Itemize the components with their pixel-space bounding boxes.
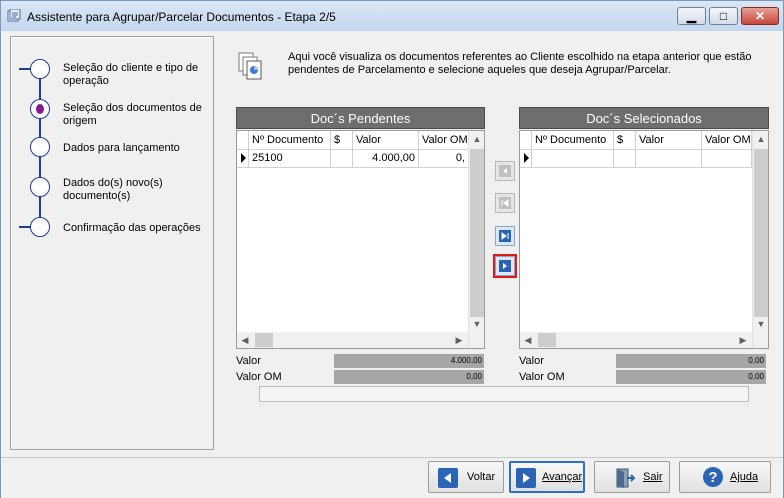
step-4-label: Dados do(s) novo(s) documento(s) — [63, 177, 163, 202]
sair-button[interactable]: Sair — [594, 461, 670, 493]
minimize-button[interactable]: ▁ — [677, 7, 706, 25]
hscroll-thumb[interactable] — [538, 333, 556, 347]
step-1-marker — [30, 59, 50, 79]
selected-grid-header: Nº Documento $ Valor Valor OM — [520, 131, 768, 150]
scroll-left-icon[interactable]: ◀ — [521, 333, 535, 347]
scroll-left-icon[interactable]: ◀ — [238, 333, 252, 347]
selected-hscrollbar[interactable]: ◀ ▶ — [520, 332, 752, 348]
scroll-right-icon[interactable]: ▶ — [452, 333, 466, 347]
col-valor-om[interactable]: Valor OM — [419, 131, 469, 149]
step-4-marker — [30, 177, 50, 197]
svg-text:?: ? — [708, 469, 717, 486]
selected-grid[interactable]: Nº Documento $ Valor Valor OM ▲ ▼ ◀ ▶ — [519, 130, 769, 349]
move-all-right-button[interactable] — [495, 226, 515, 246]
col-valor-om[interactable]: Valor OM — [702, 131, 752, 149]
selected-valor-total: 0,00 — [616, 354, 766, 368]
maximize-icon: □ — [719, 9, 728, 23]
pending-grid-header: Nº Documento $ Valor Valor OM — [237, 131, 484, 150]
step-5-label: Confirmação das operações — [63, 222, 201, 234]
scroll-down-icon[interactable]: ▼ — [470, 317, 484, 331]
scroll-down-icon[interactable]: ▼ — [754, 317, 768, 331]
window-title: Assistente para Agrupar/Parcelar Documen… — [27, 10, 336, 24]
table-row[interactable]: 25100 4.000,00 0, — [237, 149, 484, 168]
current-step-icon — [36, 104, 44, 114]
ajuda-label: Ajuda — [730, 471, 759, 483]
progress-bar — [259, 386, 749, 402]
move-left-button[interactable] — [495, 161, 515, 181]
selected-valor-label: Valor — [519, 355, 544, 367]
wizard-app-icon — [7, 9, 21, 22]
sair-label: Sair — [643, 471, 663, 483]
selected-om-label: Valor OM — [519, 371, 565, 383]
move-left-icon — [499, 165, 511, 177]
cell-currency — [331, 149, 353, 167]
cell-valor-om: 0, — [419, 149, 469, 167]
col-currency[interactable]: $ — [614, 131, 636, 149]
cell-doc: 25100 — [249, 149, 331, 167]
row-indicator-icon — [524, 153, 529, 163]
step-3-label: Dados para lançamento — [63, 142, 180, 154]
col-currency[interactable]: $ — [331, 131, 353, 149]
table-row[interactable] — [520, 149, 768, 168]
step-3-marker — [30, 137, 50, 157]
hscroll-thumb[interactable] — [255, 333, 273, 347]
cell-valor: 4.000,00 — [353, 149, 419, 167]
pending-vscrollbar[interactable]: ▲ ▼ — [468, 131, 484, 348]
minimize-icon: ▁ — [686, 9, 697, 23]
pending-grid[interactable]: Nº Documento $ Valor Valor OM 25100 4.00… — [236, 130, 485, 349]
button-bar: Voltar Avançar Sair ? Ajuda — [1, 457, 783, 498]
steps-panel: Seleção do cliente e tipo de operação Se… — [10, 36, 214, 450]
scroll-up-icon[interactable]: ▲ — [754, 132, 768, 146]
selected-om-total: 0,00 — [616, 370, 766, 384]
ajuda-button[interactable]: ? Ajuda — [679, 461, 771, 493]
row-indicator-icon — [241, 153, 246, 163]
avancar-label: Avançar — [542, 471, 583, 483]
pending-title: Doc´s Pendentes — [236, 107, 485, 129]
close-button[interactable]: ✕ — [741, 7, 779, 25]
voltar-label: Voltar — [467, 471, 496, 483]
pending-valor-label: Valor — [236, 355, 261, 367]
step-5-marker — [30, 217, 50, 237]
col-valor[interactable]: Valor — [353, 131, 419, 149]
scroll-thumb[interactable] — [470, 149, 484, 317]
pending-hscrollbar[interactable]: ◀ ▶ — [237, 332, 468, 348]
forward-arrow-icon — [516, 468, 536, 488]
step-2-marker — [30, 99, 50, 119]
move-all-left-button[interactable] — [495, 193, 515, 213]
avancar-button[interactable]: Avançar — [509, 461, 585, 493]
exit-door-icon — [616, 468, 635, 488]
selected-title: Doc´s Selecionados — [519, 107, 769, 129]
move-all-right-icon — [499, 230, 511, 242]
scroll-thumb[interactable] — [754, 149, 768, 317]
pending-om-total: 0,00 — [334, 370, 484, 384]
pending-om-label: Valor OM — [236, 371, 282, 383]
wizard-window: Assistente para Agrupar/Parcelar Documen… — [0, 0, 784, 498]
move-all-left-icon — [499, 197, 511, 209]
pending-valor-total: 4.000,00 — [334, 354, 484, 368]
col-doc[interactable]: Nº Documento — [532, 131, 614, 149]
step-2-label: Seleção dos documentos de origem — [63, 102, 202, 127]
documents-icon — [238, 52, 262, 80]
maximize-button[interactable]: □ — [709, 7, 738, 25]
step-1-label: Seleção do cliente e tipo de operação — [63, 62, 199, 87]
col-doc[interactable]: Nº Documento — [249, 131, 331, 149]
move-right-button[interactable] — [493, 254, 517, 278]
wizard-content: Seleção do cliente e tipo de operação Se… — [5, 31, 779, 454]
close-icon: ✕ — [754, 9, 766, 23]
title-bar: Assistente para Agrupar/Parcelar Documen… — [1, 1, 783, 31]
selected-vscrollbar[interactable]: ▲ ▼ — [752, 131, 768, 348]
help-icon: ? — [703, 467, 723, 487]
voltar-button[interactable]: Voltar — [428, 461, 504, 493]
scroll-up-icon[interactable]: ▲ — [470, 132, 484, 146]
col-valor[interactable]: Valor — [636, 131, 702, 149]
info-text: Aqui você visualiza os documentos refere… — [288, 51, 752, 76]
back-arrow-icon — [438, 468, 458, 488]
scroll-right-icon[interactable]: ▶ — [736, 333, 750, 347]
move-right-icon — [499, 260, 511, 272]
